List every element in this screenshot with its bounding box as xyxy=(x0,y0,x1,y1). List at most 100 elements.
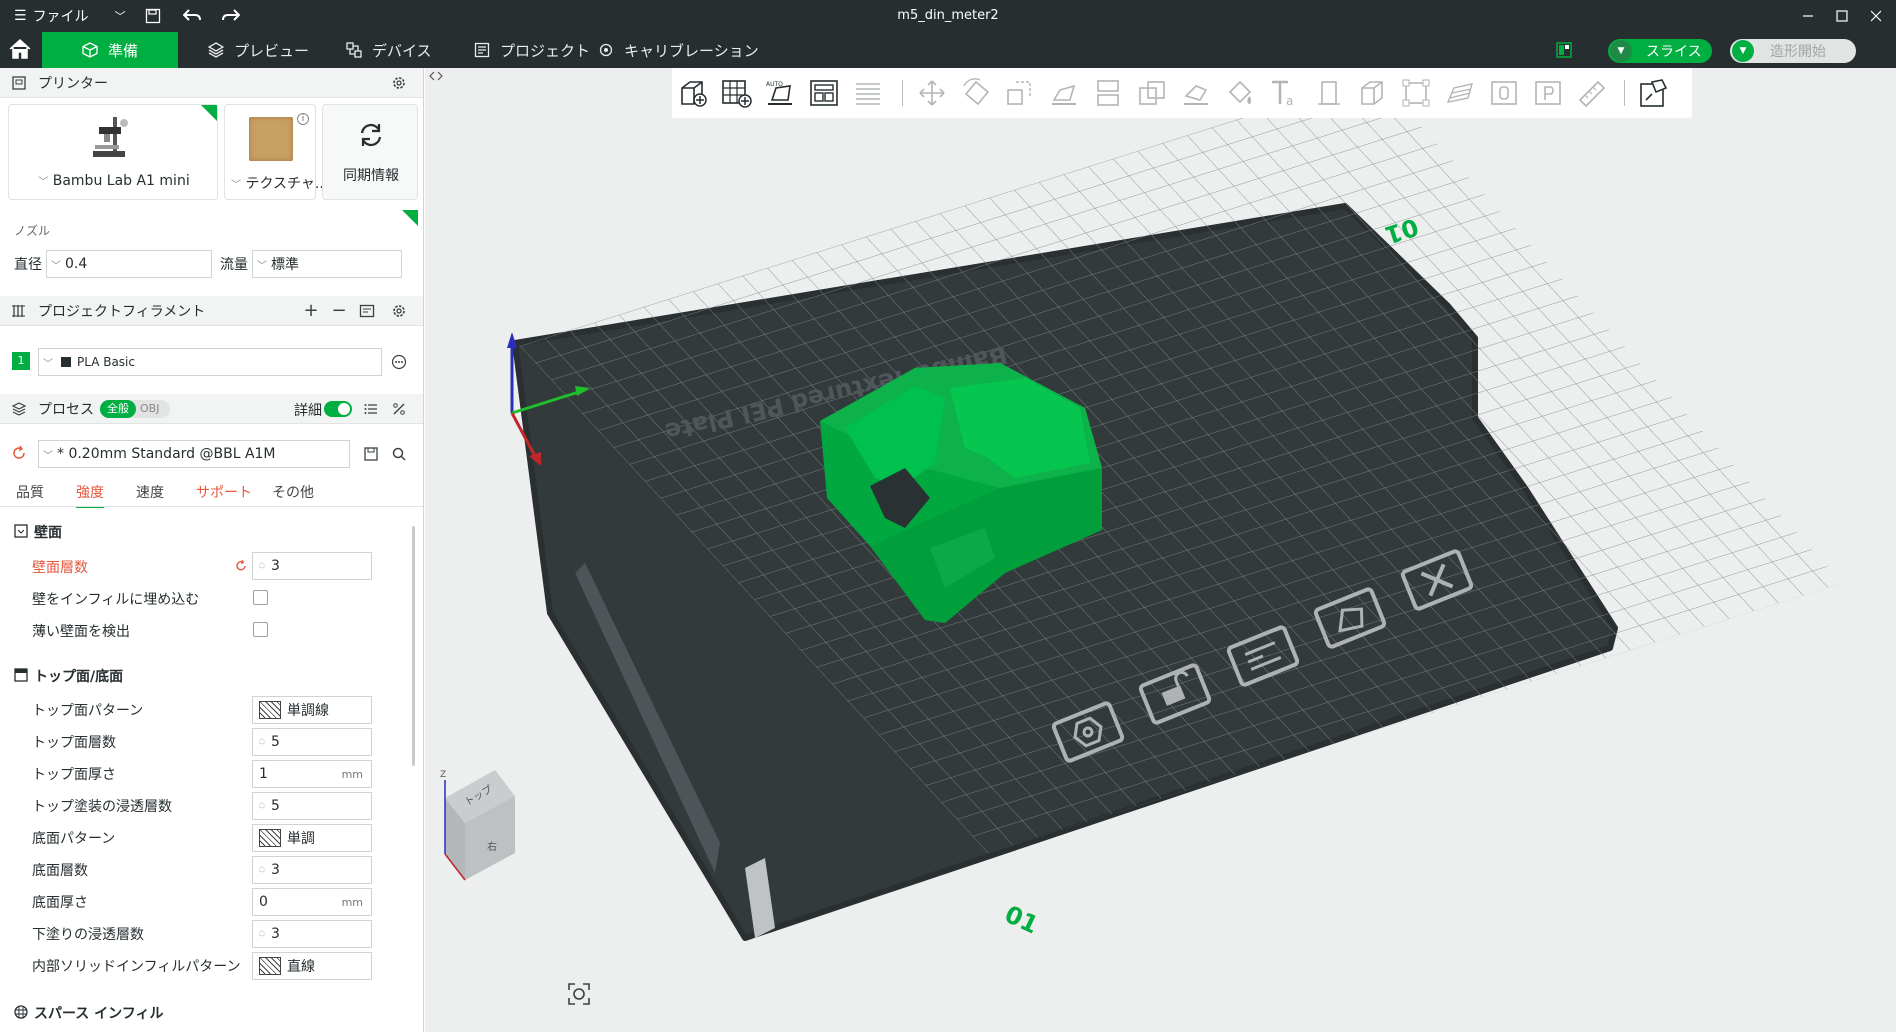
gear-icon[interactable] xyxy=(390,74,408,92)
scale-icon[interactable] xyxy=(1002,75,1038,111)
bottom-pattern-select[interactable]: 単調 xyxy=(252,824,372,852)
pattern-monotonic-icon xyxy=(259,829,281,847)
chevron-down-icon[interactable]: ▼ xyxy=(1732,40,1754,62)
redo-icon[interactable] xyxy=(220,5,242,27)
process-preset-select[interactable]: ﹀ * 0.20mm Standard @BBL A1M xyxy=(38,440,350,468)
flow-select[interactable]: ﹀ 標準 xyxy=(252,250,402,278)
detect-thin-wall-checkbox[interactable] xyxy=(253,622,268,637)
print-button[interactable]: ▼ 造形開始 xyxy=(1730,39,1856,63)
chevron-down-icon[interactable]: ▼ xyxy=(1610,40,1632,62)
bounding-box-icon[interactable] xyxy=(1398,75,1434,111)
toggle-global[interactable]: 全般 xyxy=(100,400,136,418)
reset-icon[interactable] xyxy=(232,557,250,575)
list-icon[interactable] xyxy=(362,400,380,418)
scrollbar[interactable] xyxy=(412,526,415,766)
bottom-layers-input[interactable]: ︿ ﹀ 3 xyxy=(252,856,372,884)
auto-orient-icon[interactable]: AUTO xyxy=(762,75,798,111)
embed-wall-checkbox[interactable] xyxy=(253,590,268,605)
top-layers-input[interactable]: ︿ ﹀ 5 xyxy=(252,728,372,756)
spinner-icon[interactable]: ︿ ﹀ xyxy=(253,734,271,750)
build-plate-scene[interactable]: Bambu Textured PEI Plate 01 01 トップ 右 Z xyxy=(425,68,1896,1032)
toggle-object[interactable]: OBJ xyxy=(140,400,168,418)
maximize-icon[interactable] xyxy=(1824,0,1860,32)
tab-support[interactable]: サポート xyxy=(196,482,252,502)
percent-icon[interactable] xyxy=(390,400,408,418)
tab-quality[interactable]: 品質 xyxy=(16,482,44,502)
plate-p-icon[interactable] xyxy=(1530,75,1566,111)
add-icon[interactable]: + xyxy=(302,300,320,321)
internal-solid-pattern-select[interactable]: 直線 xyxy=(252,952,372,980)
close-icon[interactable] xyxy=(1858,0,1894,32)
spinner-icon[interactable]: ︿ ﹀ xyxy=(253,798,271,814)
slice-button[interactable]: ▼ スライス xyxy=(1608,39,1712,63)
bottom-density-input[interactable]: ︿ ﹀ 3 xyxy=(252,920,372,948)
printer-section-header: プリンター xyxy=(0,68,423,98)
home-icon[interactable] xyxy=(8,38,34,62)
process-preset-value: * 0.20mm Standard @BBL A1M xyxy=(57,446,276,462)
ruler-icon[interactable] xyxy=(1574,75,1610,111)
tab-prepare[interactable]: 準備 xyxy=(42,32,178,68)
file-menu[interactable]: ☰ ファイル ﹀ xyxy=(14,0,126,32)
assembly-icon[interactable] xyxy=(1354,75,1390,111)
wall-loops-label: 壁面層数 xyxy=(32,560,88,576)
remove-icon[interactable]: − xyxy=(330,300,348,321)
tab-speed[interactable]: 速度 xyxy=(136,482,164,502)
search-icon[interactable] xyxy=(390,445,408,463)
plate-zero-icon[interactable] xyxy=(1486,75,1522,111)
tab-project[interactable]: プロジェクト xyxy=(474,32,590,68)
spinner-icon[interactable]: ︿ ﹀ xyxy=(253,558,271,574)
arrange-icon[interactable] xyxy=(806,75,842,111)
add-object-icon[interactable] xyxy=(674,75,710,111)
top-surface-density-input[interactable]: ︿ ﹀ 5 xyxy=(252,792,372,820)
explode-view-icon[interactable] xyxy=(1636,75,1672,111)
3d-viewport[interactable]: Bambu Textured PEI Plate 01 01 トップ 右 Z xyxy=(425,68,1896,1032)
layout-icon[interactable] xyxy=(1556,42,1572,58)
gear-icon[interactable] xyxy=(390,302,408,320)
advanced-toggle[interactable] xyxy=(324,401,352,417)
tab-device[interactable]: デバイス xyxy=(346,32,432,68)
printer-selector[interactable]: ﹀ Bambu Lab A1 mini xyxy=(9,173,219,189)
global-object-toggle[interactable]: 全般 OBJ xyxy=(100,400,170,418)
rotate-icon[interactable] xyxy=(958,75,994,111)
plate-selector[interactable]: ﹀ テクスチャ... xyxy=(231,173,328,193)
reset-icon[interactable] xyxy=(10,444,28,462)
add-plate-icon[interactable] xyxy=(718,75,754,111)
diameter-select[interactable]: ﹀ 0.4 xyxy=(46,250,212,278)
bottom-thickness-input[interactable]: 0 mm xyxy=(252,888,372,916)
save-icon[interactable] xyxy=(142,5,164,27)
spinner-icon[interactable]: ︿ ﹀ xyxy=(253,926,271,942)
cut-icon[interactable] xyxy=(1090,75,1126,111)
filament-sync-icon[interactable] xyxy=(358,302,376,320)
tab-preview[interactable]: プレビュー xyxy=(208,32,309,68)
undo-icon[interactable] xyxy=(181,5,203,27)
boolean-icon[interactable] xyxy=(1134,75,1170,111)
tab-strength[interactable]: 強度 xyxy=(76,482,104,508)
tab-others[interactable]: その他 xyxy=(272,482,314,502)
info-icon[interactable]: i xyxy=(297,113,309,125)
diameter-label: 直径 xyxy=(14,257,42,273)
seam-paint-icon[interactable] xyxy=(1222,75,1258,111)
printer-card[interactable]: ﹀ Bambu Lab A1 mini xyxy=(8,104,218,200)
more-icon[interactable] xyxy=(390,353,408,371)
split-layers-icon[interactable] xyxy=(850,75,886,111)
sync-button[interactable]: 同期情報 xyxy=(322,104,418,200)
text-icon[interactable]: a xyxy=(1266,75,1302,111)
top-pattern-select[interactable]: 単調線 xyxy=(252,696,372,724)
move-icon[interactable] xyxy=(914,75,950,111)
filament-select[interactable]: ﹀ PLA Basic xyxy=(38,348,382,376)
view-cube[interactable]: トップ 右 Z xyxy=(440,770,515,881)
tab-calibration[interactable]: キャリブレーション xyxy=(598,32,759,68)
support-paint-icon[interactable] xyxy=(1178,75,1214,111)
measure-height-icon[interactable] xyxy=(1310,75,1346,111)
spinner-icon[interactable]: ︿ ﹀ xyxy=(253,862,271,878)
top-thickness-input[interactable]: 1 mm xyxy=(252,760,372,788)
camera-view-icon[interactable] xyxy=(565,980,593,1008)
collapse-sidebar-icon[interactable] xyxy=(429,70,445,86)
wall-loops-input[interactable]: ︿ ﹀ 3 xyxy=(252,552,372,580)
process-section-header: プロセス 全般 OBJ 詳細 xyxy=(0,394,423,424)
plate-card[interactable]: i ﹀ テクスチャ... xyxy=(224,104,328,200)
lay-on-face-icon[interactable] xyxy=(1046,75,1082,111)
variable-layer-icon[interactable] xyxy=(1442,75,1478,111)
minimize-icon[interactable] xyxy=(1790,0,1826,32)
save-preset-icon[interactable] xyxy=(362,445,380,463)
